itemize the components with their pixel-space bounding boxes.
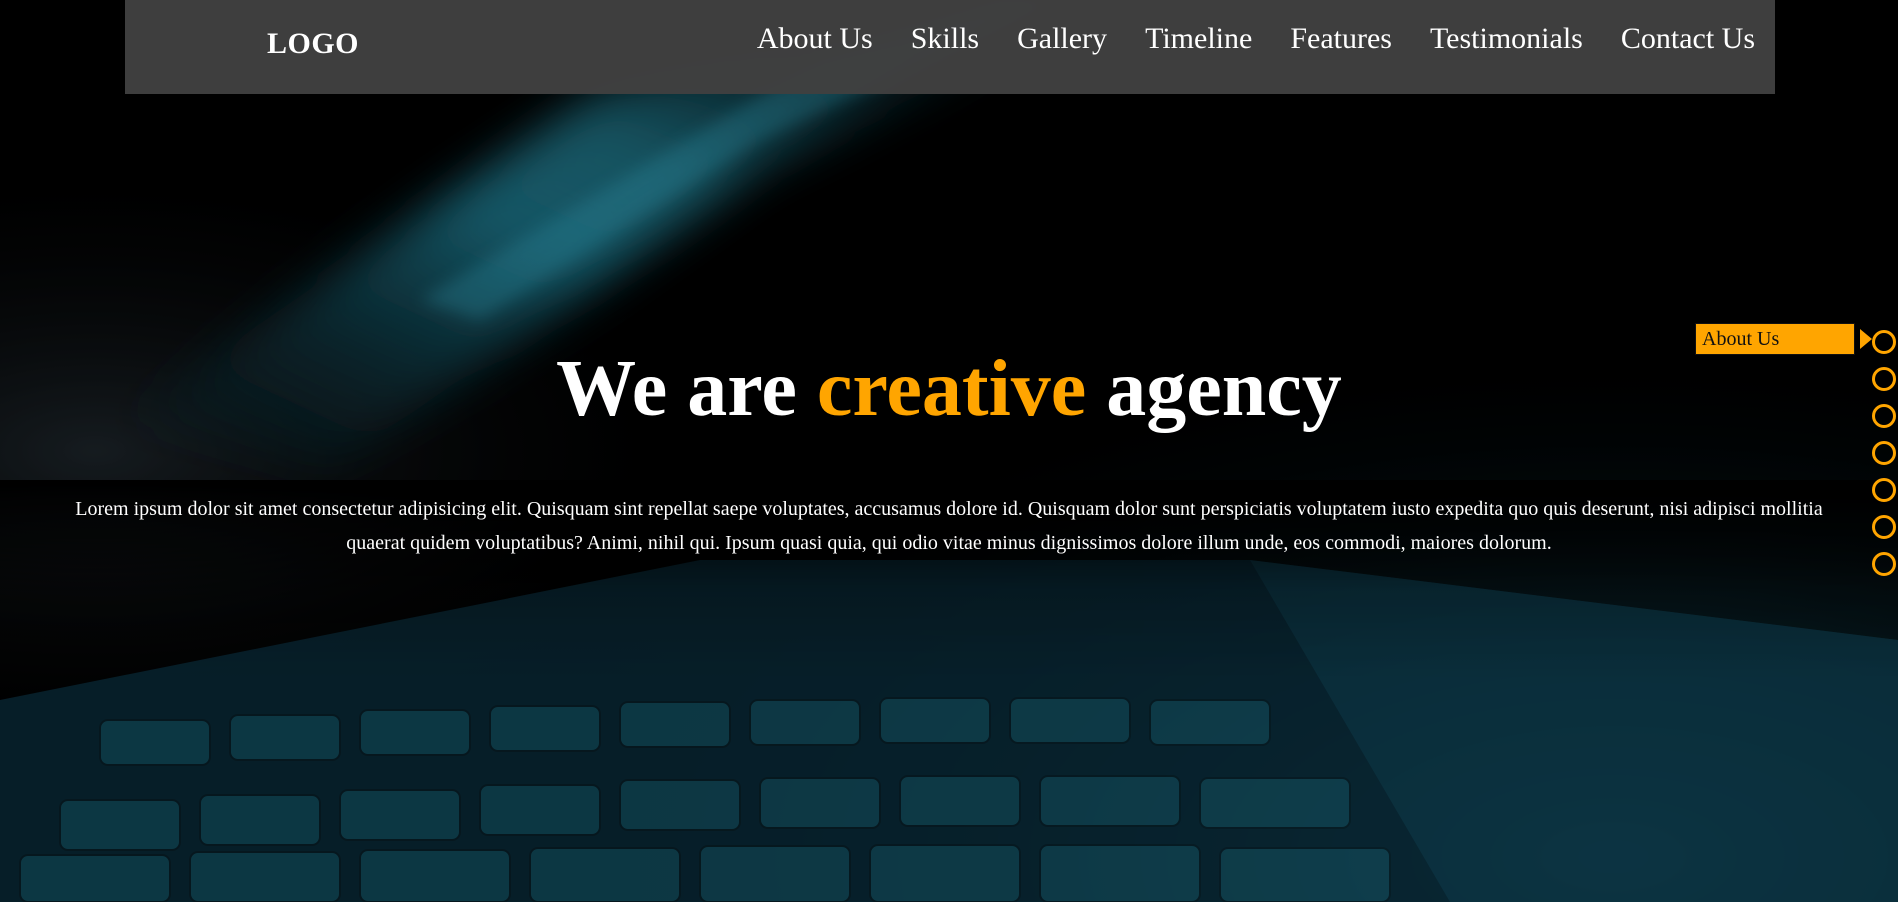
side-nav-bullet-skills[interactable] (1872, 367, 1896, 391)
side-nav-bullet-timeline[interactable] (1872, 441, 1896, 465)
nav-link-skills[interactable]: Skills (911, 22, 979, 55)
nav-item-features: Features (1290, 22, 1392, 56)
side-nav-bullet-features[interactable] (1872, 478, 1896, 502)
hero-description: Lorem ipsum dolor sit amet consectetur a… (75, 498, 1823, 554)
nav-link-gallery[interactable]: Gallery (1017, 22, 1107, 55)
side-nav-bullet-about-us[interactable] (1872, 330, 1896, 354)
top-navbar: LOGO About Us Skills Gallery Timeline Fe… (125, 0, 1775, 94)
side-nav-bullet-gallery[interactable] (1872, 404, 1896, 428)
hero-title: We are creative agency (0, 341, 1898, 437)
tooltip-arrow-icon (1860, 329, 1872, 349)
nav-item-gallery: Gallery (1017, 22, 1107, 56)
hero-title-accent: creative (816, 345, 1087, 433)
background-keyboard-image (0, 0, 1898, 902)
nav-item-skills: Skills (911, 22, 979, 56)
side-nav-bullet-contact-us[interactable] (1872, 552, 1896, 576)
main-nav: About Us Skills Gallery Timeline Feature… (757, 22, 1755, 56)
logo[interactable]: LOGO (267, 27, 359, 61)
side-nav-bullet-testimonials[interactable] (1872, 515, 1896, 539)
nav-link-testimonials[interactable]: Testimonials (1430, 22, 1583, 55)
side-nav-tooltip: About Us (1695, 323, 1855, 355)
nav-item-contact-us: Contact Us (1621, 22, 1755, 56)
nav-link-about-us[interactable]: About Us (757, 22, 873, 55)
nav-item-about-us: About Us (757, 22, 873, 56)
page: LOGO About Us Skills Gallery Timeline Fe… (0, 0, 1898, 902)
nav-item-testimonials: Testimonials (1430, 22, 1583, 56)
hero-title-part1: We are (556, 345, 797, 433)
nav-link-timeline[interactable]: Timeline (1145, 22, 1252, 55)
nav-link-contact-us[interactable]: Contact Us (1621, 22, 1755, 55)
nav-link-features[interactable]: Features (1290, 22, 1392, 55)
hero-title-part2: agency (1106, 345, 1342, 433)
nav-item-timeline: Timeline (1145, 22, 1252, 56)
